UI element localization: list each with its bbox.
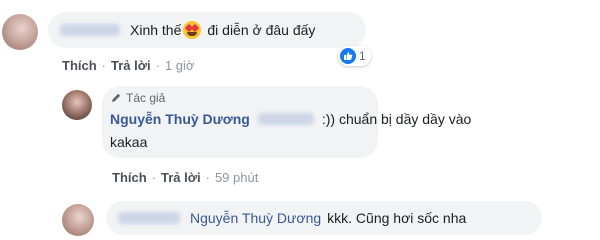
reply-second-line: kakaa (110, 133, 147, 151)
separator-dot: · (151, 170, 157, 185)
blurred-mentioned-name[interactable] (257, 113, 314, 125)
timestamp[interactable]: 1 giờ (165, 58, 195, 73)
separator-dot: · (205, 170, 210, 185)
commenter-avatar[interactable] (62, 204, 94, 236)
reply-actions: Thích · Trả lời · 59 phút (112, 170, 258, 185)
separator-dot: · (155, 58, 160, 73)
pen-icon (112, 93, 121, 102)
reply-text-line2: kakaa (110, 134, 148, 150)
reply-link[interactable]: Trả lời (161, 170, 201, 185)
author-name[interactable]: Nguyễn Thuỳ Dương (110, 110, 250, 128)
comment-actions: Thích · Trả lời · 1 giờ (62, 58, 194, 73)
reply-text: kkk. Cũng hơi sốc nha (327, 210, 467, 226)
reply-content: Nguyễn Thuỳ Dương kkk. Cũng hơi sốc nha (118, 209, 466, 227)
author-badge-label: Tác giả (126, 91, 166, 105)
timestamp[interactable]: 59 phút (215, 170, 258, 185)
comment-content: Xinh thế đi diễn ở đâu đấy (60, 21, 315, 39)
like-link[interactable]: Thích (62, 58, 97, 73)
author-badge: Tác giả (110, 91, 165, 105)
blurred-commenter-name[interactable] (118, 212, 180, 224)
separator-dot: · (101, 58, 107, 73)
commenter-avatar[interactable] (2, 14, 38, 50)
author-avatar[interactable] (62, 90, 92, 120)
comment-text-prefix: Xinh thế (130, 22, 182, 38)
reaction-summary[interactable]: 1 (338, 46, 371, 66)
like-reaction-icon (340, 48, 356, 64)
reply-text-line1: :)) chuẩn bị dầy dầy vào (321, 111, 472, 127)
reply-first-line: Nguyễn Thuỳ Dương :)) chuẩn bị dầy dầy v… (110, 110, 471, 128)
reply-link[interactable]: Trả lời (111, 58, 151, 73)
comment-text-suffix: đi diễn ở đâu đấy (207, 22, 316, 38)
heart-eyes-emoji-icon (183, 21, 202, 39)
reaction-count: 1 (359, 49, 366, 63)
mention-link[interactable]: Nguyễn Thuỳ Dương (190, 209, 321, 227)
blurred-commenter-name[interactable] (60, 24, 120, 36)
like-link[interactable]: Thích (112, 170, 147, 185)
